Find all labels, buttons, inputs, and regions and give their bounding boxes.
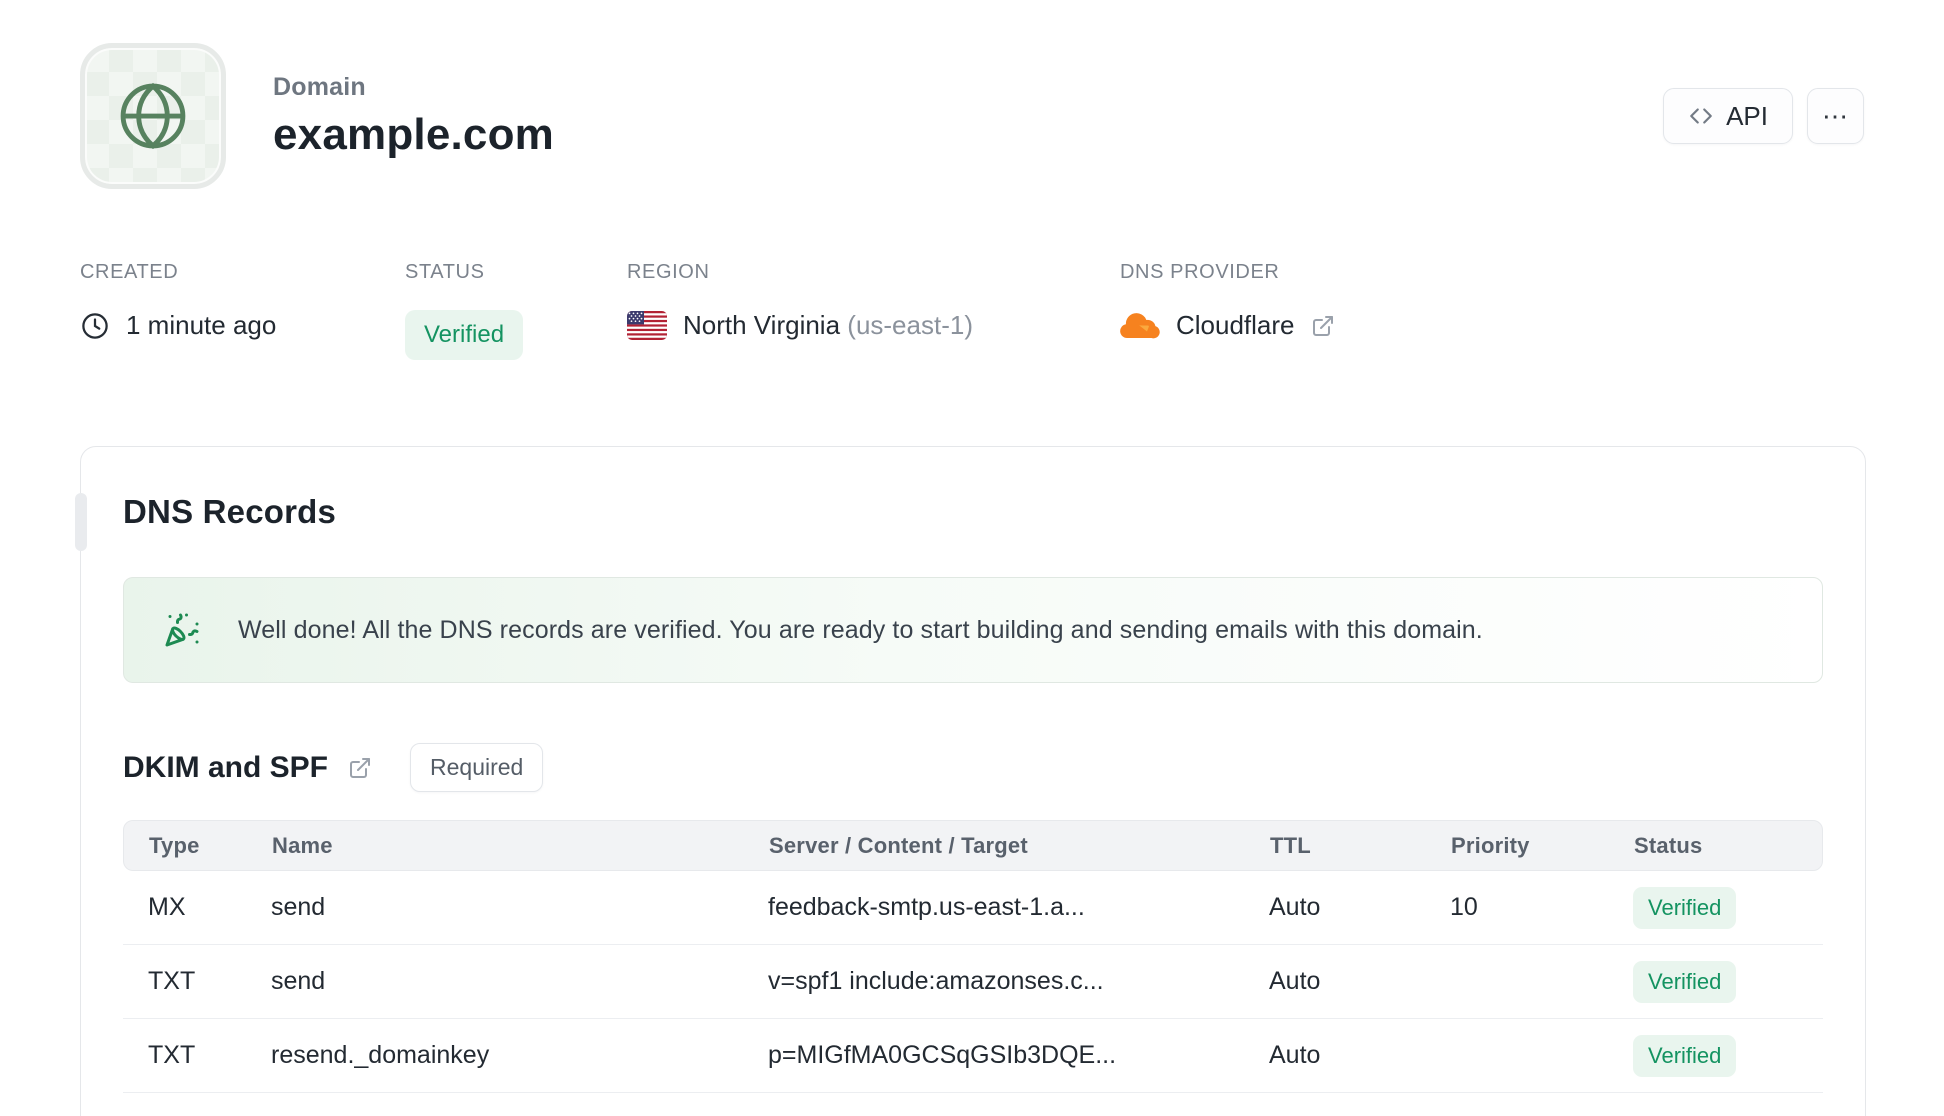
cell-record-name: send: [271, 893, 326, 921]
clock-icon: [82, 312, 108, 339]
required-badge: Required: [410, 743, 544, 792]
record-status-badge: Verified: [1633, 1034, 1737, 1077]
code-icon: [1690, 108, 1712, 124]
cell-record-name: send: [271, 967, 326, 995]
table-row: TXT send v=spf1 include:amazonses.c... A…: [123, 945, 1823, 1019]
cell-record-status: Verified: [1633, 886, 1823, 929]
cell-record-content: p=MIGfMA0GCSqGSIb3DQE...: [768, 1041, 1117, 1069]
created-label: CREATED: [80, 261, 179, 283]
card-side-pill: [75, 493, 87, 551]
cloudflare-icon: [1120, 313, 1160, 339]
cell-record-priority: 10: [1450, 893, 1478, 921]
us-flag-icon: [627, 311, 667, 340]
meta-dns-provider: DNS PROVIDER Cloudflare: [1120, 261, 1335, 360]
cell-record-type: TXT: [148, 967, 196, 995]
api-button-label: API: [1726, 100, 1768, 131]
more-options-button[interactable]: ⋯: [1807, 88, 1864, 144]
dkim-external-link-icon[interactable]: [348, 756, 372, 780]
col-header-content: Server / Content / Target: [769, 832, 1028, 858]
domain-detail-page: Domain example.com API ⋯ CREATED 1 minut…: [0, 43, 1944, 1116]
meta-status: STATUS Verified: [405, 261, 627, 360]
table-row: MX send feedback-smtp.us-east-1.a... Aut…: [123, 871, 1823, 945]
col-header-priority: Priority: [1451, 832, 1530, 858]
party-popper-icon: [165, 613, 199, 647]
col-header-status: Status: [1634, 832, 1703, 858]
col-header-ttl: TTL: [1270, 832, 1311, 858]
dns-provider-value: Cloudflare: [1176, 310, 1295, 340]
table-row: TXT resend._domainkey p=MIGfMA0GCSqGSIb3…: [123, 1019, 1823, 1093]
dns-records-table: Type Name Server / Content / Target TTL …: [123, 820, 1823, 1093]
meta-created: CREATED 1 minute ago: [80, 261, 405, 360]
region-value: North Virginia (us-east-1): [683, 310, 973, 340]
created-value: 1 minute ago: [126, 310, 277, 340]
table-body: MX send feedback-smtp.us-east-1.a... Aut…: [123, 871, 1823, 1093]
status-label: STATUS: [405, 261, 485, 283]
success-banner: Well done! All the DNS records are verif…: [123, 577, 1823, 683]
status-badge: Verified: [405, 310, 524, 360]
region-label: REGION: [627, 261, 710, 283]
dns-records-title: DNS Records: [123, 493, 337, 530]
col-header-type: Type: [149, 832, 200, 858]
record-status-badge: Verified: [1633, 960, 1737, 1003]
dns-provider-label: DNS PROVIDER: [1120, 261, 1280, 283]
success-banner-message: Well done! All the DNS records are verif…: [238, 615, 1483, 644]
cell-record-ttl: Auto: [1269, 1041, 1321, 1069]
col-header-name: Name: [272, 832, 333, 858]
cell-record-content: v=spf1 include:amazonses.c...: [768, 967, 1104, 995]
dkim-spf-section-head: DKIM and SPF Required: [123, 743, 1823, 792]
domain-avatar: [80, 43, 226, 189]
page-eyebrow: Domain: [273, 72, 366, 101]
region-code: (us-east-1): [847, 310, 973, 340]
globe-icon: [120, 82, 186, 150]
cell-record-type: TXT: [148, 1041, 196, 1069]
cell-record-type: MX: [148, 893, 186, 921]
dkim-spf-title: DKIM and SPF: [123, 750, 329, 784]
page-header: Domain example.com API ⋯: [80, 43, 1864, 189]
header-actions: API ⋯: [1663, 88, 1864, 144]
cell-record-name: resend._domainkey: [271, 1041, 490, 1069]
cell-record-status: Verified: [1633, 960, 1823, 1003]
cell-record-status: Verified: [1633, 1034, 1823, 1077]
external-link-icon[interactable]: [1311, 314, 1335, 338]
cell-record-ttl: Auto: [1269, 893, 1321, 921]
meta-row: CREATED 1 minute ago STATUS Verified REG…: [80, 261, 1864, 360]
record-status-badge: Verified: [1633, 886, 1737, 929]
ellipsis-icon: ⋯: [1822, 100, 1849, 131]
cell-record-content: feedback-smtp.us-east-1.a...: [768, 893, 1085, 921]
page-title: example.com: [273, 109, 555, 159]
title-block: Domain example.com: [273, 73, 554, 160]
table-header-row: Type Name Server / Content / Target TTL …: [123, 820, 1823, 871]
api-button[interactable]: API: [1663, 88, 1793, 144]
dns-records-card: DNS Records Well done! All the DNS recor…: [75, 446, 1866, 1116]
cell-record-ttl: Auto: [1269, 967, 1321, 995]
meta-region: REGION North Virginia (us-east-1): [627, 261, 1120, 360]
